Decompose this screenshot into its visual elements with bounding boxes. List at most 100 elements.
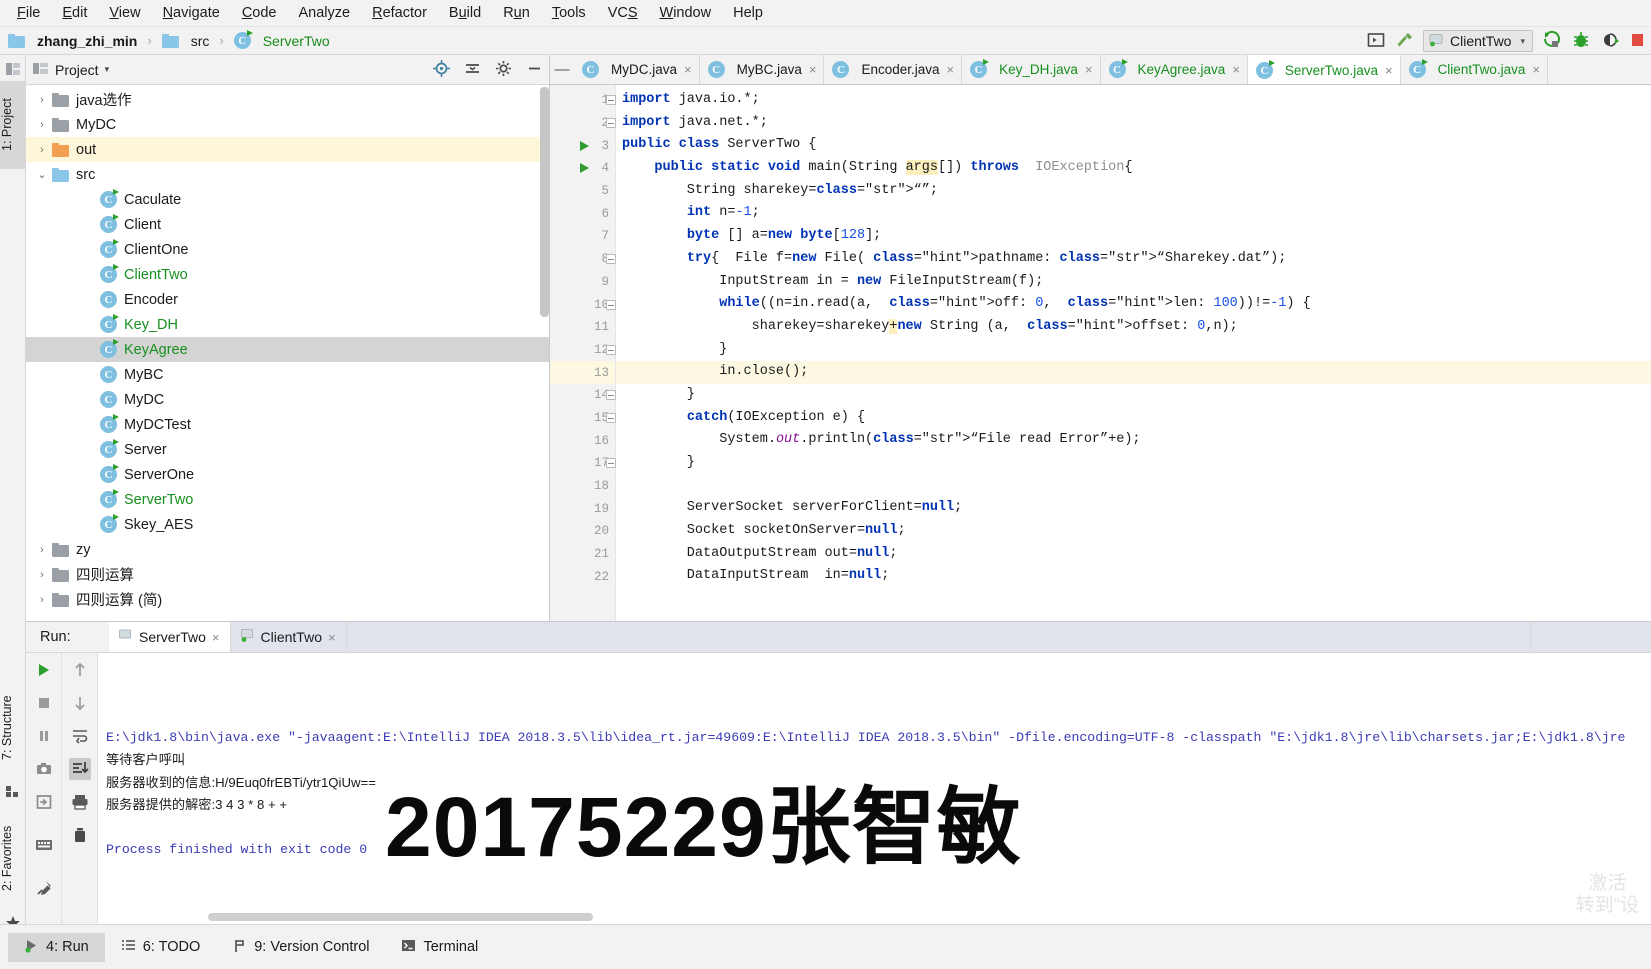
tree-item-skey_aes[interactable]: ›C Skey_AES — [26, 512, 549, 537]
tree-item-key_dh[interactable]: ›C Key_DH — [26, 312, 549, 337]
run-gutter-icon[interactable] — [580, 140, 589, 151]
status-tab-version-control[interactable]: 9: Version Control — [216, 933, 385, 962]
gutter-line-12[interactable]: 12 — [550, 339, 616, 362]
sidebar-item-favorites[interactable]: 2: Favorites — [0, 805, 26, 911]
code-line-2[interactable]: import java.net.*; — [616, 112, 1651, 135]
gutter-line-21[interactable]: 21 — [550, 543, 615, 566]
editor-tab-servertwo[interactable]: C ServerTwo.java × — [1247, 55, 1401, 84]
status-tab-terminal[interactable]: Terminal — [385, 933, 494, 962]
menu-item-navigate[interactable]: Navigate — [152, 2, 231, 24]
tree-item-mydc[interactable]: ›C MyDC — [26, 387, 549, 412]
code-line-15[interactable]: catch(IOException e) { — [616, 407, 1651, 430]
run-tab-servertwo[interactable]: ServerTwo × — [109, 622, 231, 652]
menu-item-code[interactable]: Code — [231, 2, 288, 24]
code-line-21[interactable]: DataOutputStream out=null; — [616, 543, 1651, 566]
tree-item-clienttwo[interactable]: ›C ClientTwo — [26, 262, 549, 287]
tree-item-zy[interactable]: › zy — [26, 537, 549, 562]
tree-expand-arrow[interactable]: › — [32, 544, 52, 556]
code-line-18[interactable] — [616, 475, 1651, 498]
coverage-icon[interactable] — [1600, 31, 1620, 52]
menu-item-window[interactable]: Window — [649, 2, 723, 24]
gutter-line-18[interactable]: 18 — [550, 475, 615, 498]
run-tab-clienttwo[interactable]: ClientTwo × — [230, 622, 347, 652]
print-keyboard-icon[interactable] — [33, 834, 55, 856]
tree-item-client[interactable]: ›C Client — [26, 212, 549, 237]
editor-tab-encoder[interactable]: C Encoder.java × — [824, 55, 963, 84]
debug-icon[interactable] — [1571, 31, 1591, 52]
gutter-line-2[interactable]: 2 — [550, 112, 616, 135]
tree-item-java-[interactable]: › java选作 — [26, 87, 549, 112]
gutter-line-15[interactable]: 15 — [550, 407, 616, 430]
menu-item-tools[interactable]: Tools — [541, 2, 597, 24]
code-line-6[interactable]: int n=-1; — [616, 202, 1651, 225]
stop-icon[interactable] — [1629, 31, 1647, 52]
menu-item-vcs[interactable]: VCS — [597, 2, 649, 24]
up-arrow-icon[interactable] — [69, 659, 91, 681]
code-line-17[interactable]: } — [616, 452, 1651, 475]
camera-icon[interactable] — [33, 758, 55, 780]
sidebar-item-project[interactable]: 1: Project — [0, 81, 26, 169]
gutter-line-16[interactable]: 16 — [550, 429, 615, 452]
print-icon[interactable] — [69, 791, 91, 813]
gutter-line-14[interactable]: 14 — [550, 384, 616, 407]
collapse-editor-icon[interactable]: — — [550, 55, 574, 84]
menu-item-view[interactable]: View — [98, 2, 151, 24]
tree-item-out[interactable]: › out — [26, 137, 549, 162]
tree-item-mydc[interactable]: › MyDC — [26, 112, 549, 137]
close-icon[interactable]: × — [1532, 62, 1540, 77]
code-line-4[interactable]: public static void main(String args[]) t… — [616, 157, 1651, 180]
stop-icon[interactable] — [33, 692, 55, 714]
status-tab-run[interactable]: 4: Run — [8, 932, 105, 962]
gutter-line-13[interactable]: 13 — [550, 361, 615, 384]
gutter-line-5[interactable]: 5 — [550, 180, 615, 203]
close-icon[interactable]: × — [1085, 62, 1093, 77]
menu-item-help[interactable]: Help — [722, 2, 774, 24]
tree-item-keyagree[interactable]: ›C KeyAgree — [26, 337, 549, 362]
tree-expand-arrow[interactable]: › — [32, 144, 52, 156]
editor-tab-key_dh[interactable]: C Key_DH.java × — [962, 55, 1101, 84]
code-line-7[interactable]: byte [] a=new byte[128]; — [616, 225, 1651, 248]
gutter-line-8[interactable]: 8 — [550, 248, 616, 271]
tree-expand-arrow[interactable]: › — [32, 569, 52, 581]
gutter-line-1[interactable]: 1 — [550, 89, 616, 112]
tree-expand-arrow[interactable]: ⌄ — [32, 168, 52, 181]
tree-expand-arrow[interactable]: › — [32, 119, 52, 131]
tree-item-src[interactable]: ⌄ src — [26, 162, 549, 187]
scroll-to-end-icon[interactable] — [68, 758, 91, 780]
fold-toggle-icon[interactable] — [606, 299, 616, 310]
pause-icon[interactable] — [33, 725, 55, 747]
chevron-down-icon[interactable]: ▾ — [105, 64, 110, 75]
code-line-8[interactable]: try{ File f=new File( class="hint">pathn… — [616, 248, 1651, 271]
gutter-line-20[interactable]: 20 — [550, 520, 615, 543]
menu-item-file[interactable]: File — [6, 2, 51, 24]
code-line-22[interactable]: DataInputStream in=null; — [616, 565, 1651, 588]
editor-tab-clienttwo[interactable]: C ClientTwo.java × — [1400, 55, 1548, 84]
close-icon[interactable]: × — [212, 630, 220, 645]
close-icon[interactable]: × — [809, 62, 817, 77]
collapse-all-icon[interactable] — [464, 60, 481, 80]
pin-icon[interactable] — [33, 877, 55, 899]
soft-wrap-icon[interactable] — [69, 725, 91, 747]
close-icon[interactable]: × — [1232, 62, 1240, 77]
hide-panel-icon[interactable] — [526, 60, 543, 80]
gutter-line-4[interactable]: 4 — [550, 157, 615, 180]
code-line-10[interactable]: while((n=in.read(a, class="hint">off: 0,… — [616, 293, 1651, 316]
gutter-line-3[interactable]: 3 — [550, 134, 615, 157]
editor-tab-mydc[interactable]: C MyDC.java × — [574, 55, 700, 84]
menu-item-refactor[interactable]: Refactor — [361, 2, 438, 24]
code-line-14[interactable]: } — [616, 384, 1651, 407]
settings-gear-icon[interactable] — [495, 60, 512, 80]
menu-item-edit[interactable]: Edit — [51, 2, 98, 24]
editor-tab-keyagree[interactable]: C KeyAgree.java × — [1100, 55, 1248, 84]
locate-icon[interactable] — [433, 60, 450, 80]
fold-toggle-icon[interactable] — [606, 412, 616, 423]
down-arrow-icon[interactable] — [69, 692, 91, 714]
project-tree-scrollbar[interactable] — [540, 87, 549, 317]
fold-toggle-icon[interactable] — [606, 344, 616, 355]
fold-toggle-icon[interactable] — [606, 95, 616, 106]
gutter-line-10[interactable]: 10 — [550, 293, 616, 316]
run-gutter-icon[interactable] — [580, 163, 589, 174]
code-line-16[interactable]: System.out.println(class="str">“File rea… — [616, 429, 1651, 452]
gutter-line-19[interactable]: 19 — [550, 497, 615, 520]
gutter-line-17[interactable]: 17 — [550, 452, 616, 475]
